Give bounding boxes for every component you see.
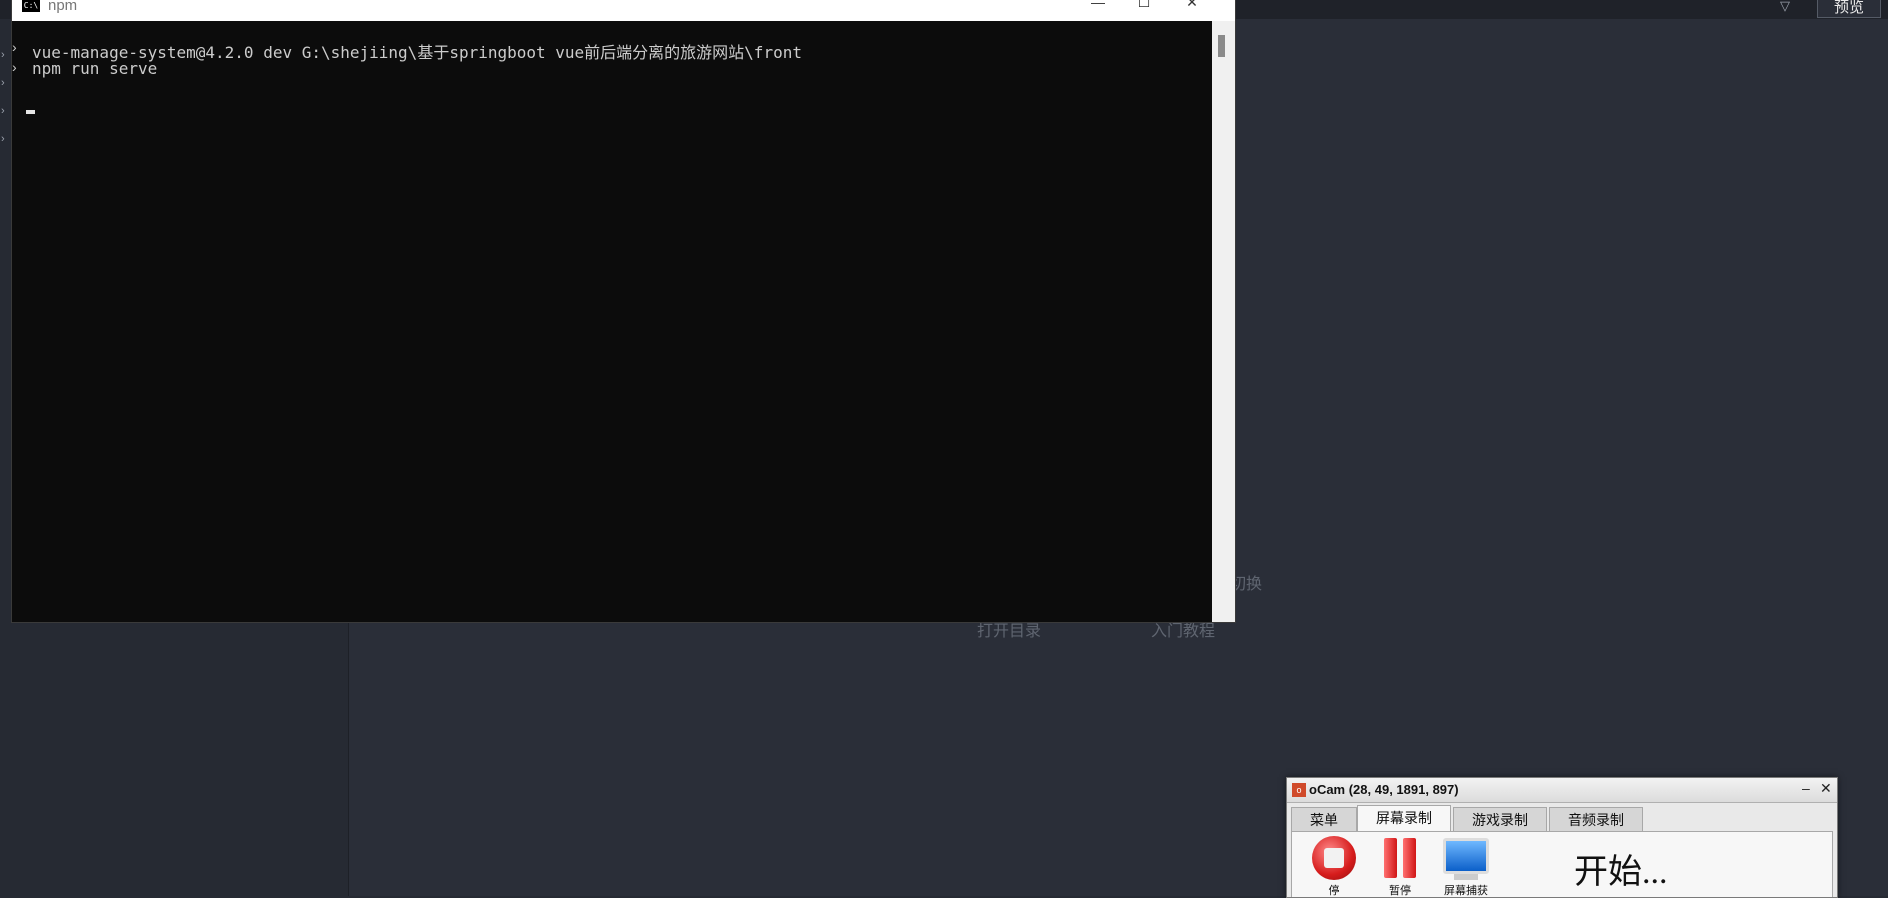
tab-menu[interactable]: 菜单 (1291, 807, 1357, 831)
preview-button[interactable]: 预览 (1817, 0, 1881, 18)
terminal-window: C:\ npm — ☐ ✕ › vue-manage-system@4.2.0 … (12, 0, 1235, 622)
ocam-logo-icon: o (1292, 783, 1306, 797)
chevron-right-icon[interactable]: › (1, 106, 5, 117)
minimize-button[interactable]: — (1075, 0, 1121, 14)
ocam-minimize-button[interactable]: – (1802, 780, 1810, 796)
record-stop-icon (1312, 836, 1356, 880)
close-button[interactable]: ✕ (1169, 0, 1215, 14)
terminal-output[interactable]: › vue-manage-system@4.2.0 dev G:\shejiin… (12, 21, 1212, 622)
tab-screen-record[interactable]: 屏幕录制 (1357, 805, 1451, 832)
chevron-right-icon[interactable]: › (1, 50, 5, 61)
maximize-button[interactable]: ☐ (1121, 0, 1167, 14)
pause-icon (1380, 836, 1420, 880)
ocam-title: oCam (28, 49, 1891, 897) (1309, 782, 1459, 797)
ocam-panel: 停 暂停 屏幕捕获 开始... (1291, 831, 1833, 897)
ocam-close-button[interactable]: ✕ (1820, 780, 1832, 797)
filter-icon[interactable]: ▽ (1780, 0, 1790, 14)
terminal-titlebar[interactable]: C:\ npm — ☐ ✕ (12, 0, 1235, 21)
cmd-icon: C:\ (22, 0, 40, 12)
pause-button[interactable]: 暂停 (1374, 836, 1426, 897)
screen-capture-button[interactable]: 屏幕捕获 (1440, 836, 1492, 897)
monitor-stand (1454, 874, 1478, 880)
stop-record-button[interactable]: 停 (1308, 836, 1360, 897)
prompt-chevron-icon: › (12, 39, 17, 55)
recording-status: 开始... (1574, 854, 1668, 891)
ocam-tab-bar: 菜单 屏幕录制 游戏录制 音频录制 (1291, 805, 1831, 832)
terminal-title: npm (48, 0, 78, 14)
ocam-titlebar[interactable]: o oCam (28, 49, 1891, 897) – ✕ (1287, 778, 1837, 803)
prompt-chevron-icon: › (12, 59, 17, 75)
ide-gutter: › › › › (0, 40, 12, 160)
ocam-window: o oCam (28, 49, 1891, 897) – ✕ 菜单 屏幕录制 游… (1286, 777, 1838, 898)
chevron-right-icon[interactable]: › (1, 134, 5, 145)
terminal-scrollbar[interactable] (1212, 21, 1235, 622)
terminal-cursor (26, 110, 35, 114)
scrollbar-thumb[interactable] (1218, 35, 1225, 57)
terminal-line: npm run serve (32, 59, 158, 78)
chevron-right-icon[interactable]: › (1, 78, 5, 89)
tab-game-record[interactable]: 游戏录制 (1453, 807, 1547, 831)
tab-audio-record[interactable]: 音频录制 (1549, 807, 1643, 831)
monitor-icon (1443, 838, 1489, 874)
